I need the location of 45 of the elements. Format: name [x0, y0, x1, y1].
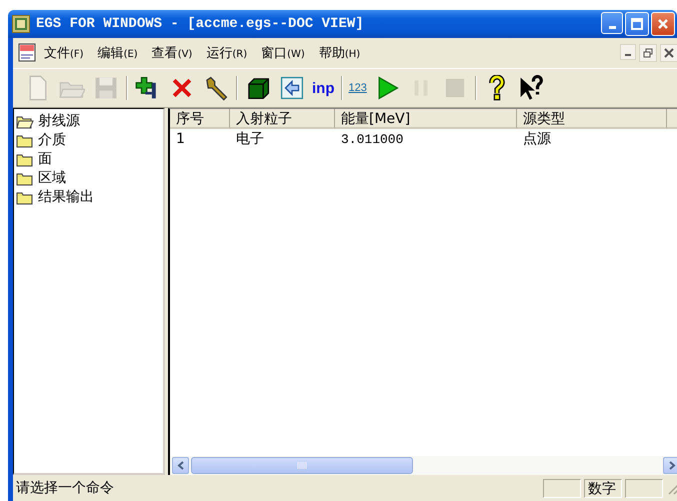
wrench-icon[interactable] — [203, 75, 229, 101]
close-button[interactable] — [660, 44, 677, 62]
table-cell-text: 3.011000 — [340, 130, 404, 148]
status-panel — [543, 478, 581, 498]
menu-item[interactable]: 帮助(H) — [312, 42, 368, 64]
menu-item[interactable]: 编辑(E) — [90, 42, 145, 64]
tree-item[interactable]: 射线源 — [38, 112, 80, 130]
tree-item[interactable]: 结果输出 — [38, 188, 94, 206]
tree-item[interactable]: 面 — [38, 150, 52, 168]
status-indicator: 数字 — [584, 478, 622, 498]
menu-item[interactable]: 文件(F) — [37, 42, 91, 64]
input-file-button[interactable]: inp — [310, 75, 336, 101]
column-header[interactable]: 序号 — [170, 109, 230, 129]
scroll-right-icon[interactable] — [668, 461, 676, 470]
app-icon — [12, 15, 30, 33]
numbers-button[interactable]: 123 — [346, 75, 369, 101]
table-cell-text: 电子 — [235, 130, 265, 149]
menu-item[interactable]: 查看(V) — [144, 42, 200, 64]
tree-item[interactable]: 介质 — [38, 130, 66, 148]
arrow-box-icon[interactable] — [279, 75, 305, 101]
column-header[interactable]: 入射粒子 — [230, 109, 335, 129]
minimize-icon — [608, 26, 616, 29]
menu-item[interactable]: 运行(R) — [199, 42, 254, 64]
restore-icon — [643, 48, 653, 58]
minimize-button[interactable] — [620, 44, 636, 60]
window-title: EGS FOR WINDOWS - [accme.egs--DOC VIEW] — [36, 16, 365, 32]
table-cell-text: 点源 — [522, 130, 552, 149]
close-icon — [656, 17, 670, 31]
restore-button[interactable] — [639, 44, 657, 62]
table-cell-text: 1 — [175, 130, 186, 148]
scroll-thumb-grip-icon — [297, 462, 307, 469]
close-icon — [664, 48, 674, 58]
pointer-help-icon[interactable] — [518, 75, 544, 101]
tree-item[interactable]: 区域 — [38, 168, 66, 186]
minimize-icon — [625, 54, 631, 56]
horizontal-scrollbar[interactable] — [170, 456, 677, 475]
maximize-button[interactable] — [625, 12, 649, 36]
scroll-left-icon[interactable] — [176, 461, 184, 470]
status-message: 请选择一个命令 — [16, 479, 115, 497]
column-header[interactable]: 源类型 — [517, 109, 667, 129]
column-header[interactable]: 能量[MeV] — [335, 109, 517, 129]
maximize-icon — [630, 17, 644, 31]
status-panel — [625, 478, 663, 498]
document-icon — [17, 43, 37, 63]
menu-item[interactable]: 窗口(W) — [254, 42, 312, 64]
